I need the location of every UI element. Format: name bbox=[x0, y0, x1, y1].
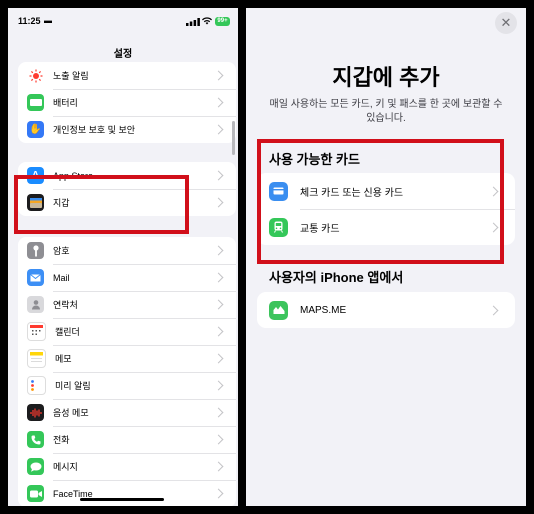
car-icon: ▬ bbox=[44, 16, 52, 25]
settings-row-label: 음성 메모 bbox=[53, 408, 89, 418]
chevron-right-icon bbox=[213, 245, 224, 256]
chevron-right-icon bbox=[213, 124, 224, 135]
scroll-indicator[interactable] bbox=[232, 121, 235, 155]
chevron-right-icon bbox=[213, 380, 224, 391]
settings-group-1: 노출 알림 배터리 ✋ 개인정보 보호 및 보안 bbox=[18, 62, 236, 143]
wifi-icon bbox=[202, 17, 212, 25]
signal-icon bbox=[186, 18, 200, 26]
chevron-right-icon bbox=[213, 170, 224, 181]
iphone-apps-list: MAPS.ME bbox=[257, 292, 515, 328]
settings-row-label: 메모 bbox=[55, 354, 72, 364]
settings-row-reminders[interactable]: 미리 알림 bbox=[18, 372, 236, 399]
close-button[interactable]: ✕ bbox=[495, 12, 517, 34]
chevron-right-icon bbox=[213, 488, 224, 499]
highlight-box-wallet bbox=[14, 175, 189, 234]
battery-icon bbox=[27, 94, 44, 111]
settings-group-3: 암호 Mail 연락처 캘린더 메모 미리 알림 음성 메모 전화 메시지 Fa… bbox=[18, 237, 236, 506]
settings-row-voice-memos[interactable]: 음성 메모 bbox=[18, 399, 236, 426]
exposure-icon bbox=[27, 67, 44, 84]
battery-indicator: 99+ bbox=[215, 17, 230, 26]
chevron-right-icon bbox=[213, 326, 224, 337]
settings-row-phone[interactable]: 전화 bbox=[18, 426, 236, 453]
notes-icon bbox=[27, 349, 46, 368]
settings-row-label: 노출 알림 bbox=[53, 71, 89, 81]
settings-row-passwords[interactable]: 암호 bbox=[18, 237, 236, 264]
chevron-right-icon bbox=[213, 70, 224, 81]
facetime-icon bbox=[27, 485, 44, 502]
chevron-right-icon bbox=[213, 353, 224, 364]
contacts-icon bbox=[27, 296, 44, 313]
settings-row-privacy[interactable]: ✋ 개인정보 보호 및 보안 bbox=[18, 116, 236, 143]
settings-row-battery[interactable]: 배터리 bbox=[18, 89, 236, 116]
chevron-right-icon bbox=[213, 197, 224, 208]
voice-memo-icon bbox=[27, 404, 44, 421]
calendar-icon bbox=[27, 322, 46, 341]
settings-row-messages[interactable]: 메시지 bbox=[18, 453, 236, 480]
highlight-box-available-cards bbox=[257, 139, 504, 264]
settings-row-label: 전화 bbox=[53, 435, 70, 445]
settings-row-notes[interactable]: 메모 bbox=[18, 345, 236, 372]
home-indicator[interactable] bbox=[80, 498, 164, 501]
chevron-right-icon bbox=[213, 299, 224, 310]
settings-row-label: Mail bbox=[53, 272, 70, 283]
settings-row-label: 캘린더 bbox=[55, 327, 80, 337]
settings-row-label: 미리 알림 bbox=[55, 381, 91, 391]
settings-row-calendar[interactable]: 캘린더 bbox=[18, 318, 236, 345]
section-title-iphone-apps: 사용자의 iPhone 앱에서 bbox=[269, 270, 404, 285]
settings-row-contacts[interactable]: 연락처 bbox=[18, 291, 236, 318]
settings-screen: 11:25 ▬ 99+ 설정 노출 알림 배터리 ✋ 개인정보 보호 및 보안 … bbox=[8, 8, 238, 506]
status-time: 11:25 bbox=[18, 16, 41, 26]
chevron-right-icon bbox=[488, 305, 499, 315]
settings-row-label: 연락처 bbox=[53, 300, 78, 310]
page-title: 설정 bbox=[113, 49, 133, 60]
chevron-right-icon bbox=[213, 434, 224, 445]
status-bar: 11:25 ▬ 99+ bbox=[8, 8, 238, 34]
settings-row-mail[interactable]: Mail bbox=[18, 264, 236, 291]
phone-icon bbox=[27, 431, 44, 448]
settings-row-facetime[interactable]: FaceTime bbox=[18, 480, 236, 506]
settings-row-label: FaceTime bbox=[53, 488, 93, 499]
settings-row-label: 암호 bbox=[53, 246, 70, 256]
close-icon: ✕ bbox=[500, 15, 512, 30]
mail-icon bbox=[27, 269, 44, 286]
messages-icon bbox=[27, 458, 44, 475]
app-option-maps-me[interactable]: MAPS.ME bbox=[257, 292, 515, 328]
hand-icon: ✋ bbox=[27, 121, 44, 138]
settings-row-label: 배터리 bbox=[53, 98, 78, 108]
chevron-right-icon bbox=[213, 272, 224, 283]
app-option-label: MAPS.ME bbox=[300, 304, 347, 316]
settings-row-label: 개인정보 보호 및 보안 bbox=[53, 125, 136, 135]
key-icon bbox=[27, 242, 44, 259]
sheet-title: 지갑에 추가 bbox=[332, 65, 440, 90]
reminders-icon bbox=[27, 376, 46, 395]
chevron-right-icon bbox=[213, 461, 224, 472]
maps-me-icon bbox=[269, 300, 288, 320]
settings-row-exposure[interactable]: 노출 알림 bbox=[18, 62, 236, 89]
chevron-right-icon bbox=[213, 407, 224, 418]
settings-row-label: 메시지 bbox=[53, 462, 78, 472]
sheet-description: 매일 사용하는 모든 카드, 키 및 패스를 한 곳에 보관할 수 있습니다. bbox=[269, 99, 503, 124]
chevron-right-icon bbox=[213, 97, 224, 108]
